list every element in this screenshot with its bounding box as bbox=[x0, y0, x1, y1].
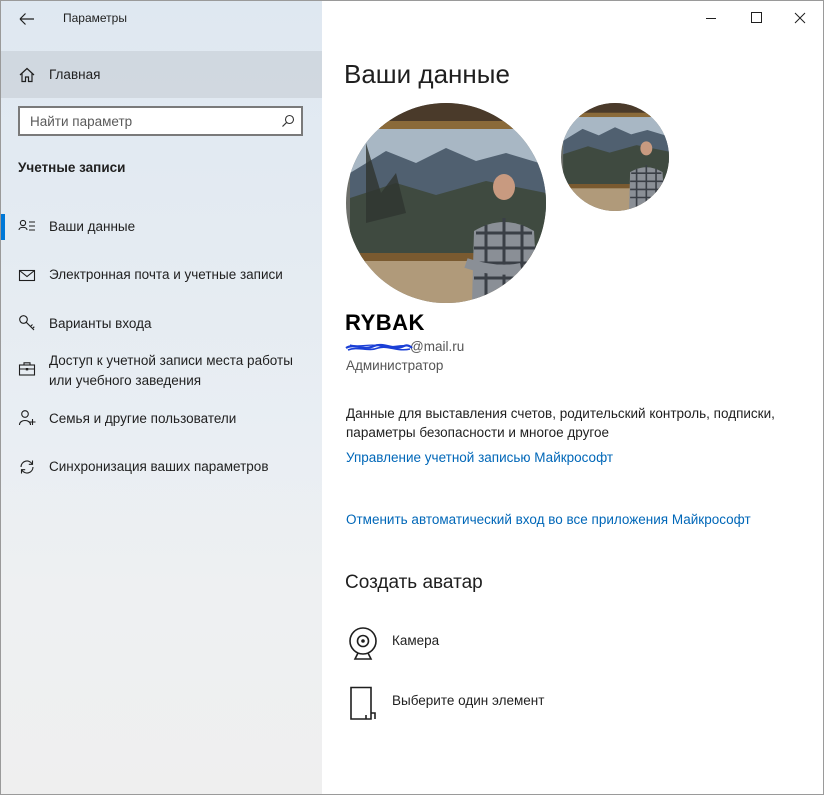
account-description: Данные для выставления счетов, родительс… bbox=[346, 406, 775, 440]
sidebar-item-email-accounts[interactable]: Электронная почта и учетные записи bbox=[1, 260, 322, 304]
browse-option[interactable]: Выберите один элемент bbox=[346, 685, 646, 733]
avatar-photo-small bbox=[561, 103, 669, 211]
minimize-button[interactable] bbox=[688, 1, 734, 35]
home-nav-item[interactable]: Главная bbox=[1, 51, 322, 98]
search-box[interactable] bbox=[18, 106, 303, 136]
maximize-button[interactable] bbox=[734, 1, 780, 35]
sidebar-item-sync-settings[interactable]: Синхронизация ваших параметров bbox=[1, 452, 322, 496]
browse-option-label: Выберите один элемент bbox=[392, 693, 545, 708]
maximize-icon bbox=[751, 12, 762, 23]
close-button[interactable] bbox=[777, 1, 823, 35]
camera-icon bbox=[349, 627, 377, 660]
sidebar-item-label: Ваши данные bbox=[49, 219, 136, 234]
user-name: RYBAK bbox=[345, 310, 425, 335]
sidebar-item-work-school-access[interactable]: Доступ к учетной записи места работы или… bbox=[1, 349, 322, 395]
stop-auto-signin-link[interactable]: Отменить автоматический вход во все прил… bbox=[346, 512, 751, 527]
manage-account-link[interactable]: Управление учетной записью Майкрософт bbox=[346, 450, 613, 465]
person-card-icon bbox=[18, 219, 35, 231]
sidebar-item-label: Семья и другие пользователи bbox=[49, 411, 237, 426]
redaction-scribble bbox=[345, 343, 413, 351]
avatar-large bbox=[346, 103, 546, 303]
search-input[interactable] bbox=[20, 108, 280, 134]
arrow-left-icon bbox=[19, 13, 34, 25]
home-icon bbox=[19, 67, 35, 83]
titlebar-left: Параметры bbox=[1, 1, 322, 37]
person-add-icon bbox=[18, 410, 36, 426]
sync-icon bbox=[20, 460, 34, 474]
key-icon bbox=[19, 315, 35, 331]
settings-window: Параметры Главная Учетные записи Ва bbox=[0, 0, 824, 795]
briefcase-icon bbox=[18, 362, 36, 376]
minimize-icon bbox=[706, 18, 716, 19]
mail-icon bbox=[18, 269, 36, 282]
camera-option[interactable]: Камера bbox=[346, 625, 646, 673]
sidebar-item-family-users[interactable]: Семья и другие пользователи bbox=[1, 404, 322, 448]
sidebar-item-label-line1: Доступ к учетной записи места работы bbox=[49, 353, 293, 368]
sidebar-item-sign-in-options[interactable]: Варианты входа bbox=[1, 308, 322, 352]
active-indicator bbox=[1, 214, 5, 240]
search-icon[interactable] bbox=[281, 114, 295, 128]
sidebar-item-label: Синхронизация ваших параметров bbox=[49, 459, 269, 474]
sidebar-item-your-info[interactable]: Ваши данные bbox=[1, 212, 322, 256]
user-role: Администратор bbox=[346, 358, 444, 373]
sidebar-item-label: Электронная почта и учетные записи bbox=[49, 267, 283, 282]
create-avatar-heading: Создать аватар bbox=[345, 572, 483, 593]
browse-file-icon bbox=[350, 686, 376, 720]
home-label: Главная bbox=[49, 67, 101, 82]
main-content: Ваши данные RYBAK @mail.ru Администратор… bbox=[322, 1, 823, 794]
back-button[interactable] bbox=[15, 7, 39, 31]
avatar-photo bbox=[346, 103, 546, 303]
close-icon bbox=[794, 12, 806, 24]
sidebar: Параметры Главная Учетные записи Ва bbox=[1, 1, 322, 794]
section-title: Учетные записи bbox=[18, 160, 126, 175]
sidebar-item-label: Варианты входа bbox=[49, 316, 152, 331]
sidebar-item-label-line2: или учебного заведения bbox=[49, 373, 202, 388]
page-title: Ваши данные bbox=[344, 59, 510, 89]
camera-option-label: Камера bbox=[392, 633, 440, 648]
app-title: Параметры bbox=[63, 11, 127, 25]
email-suffix: @mail.ru bbox=[410, 339, 465, 354]
avatar-small bbox=[561, 103, 669, 211]
